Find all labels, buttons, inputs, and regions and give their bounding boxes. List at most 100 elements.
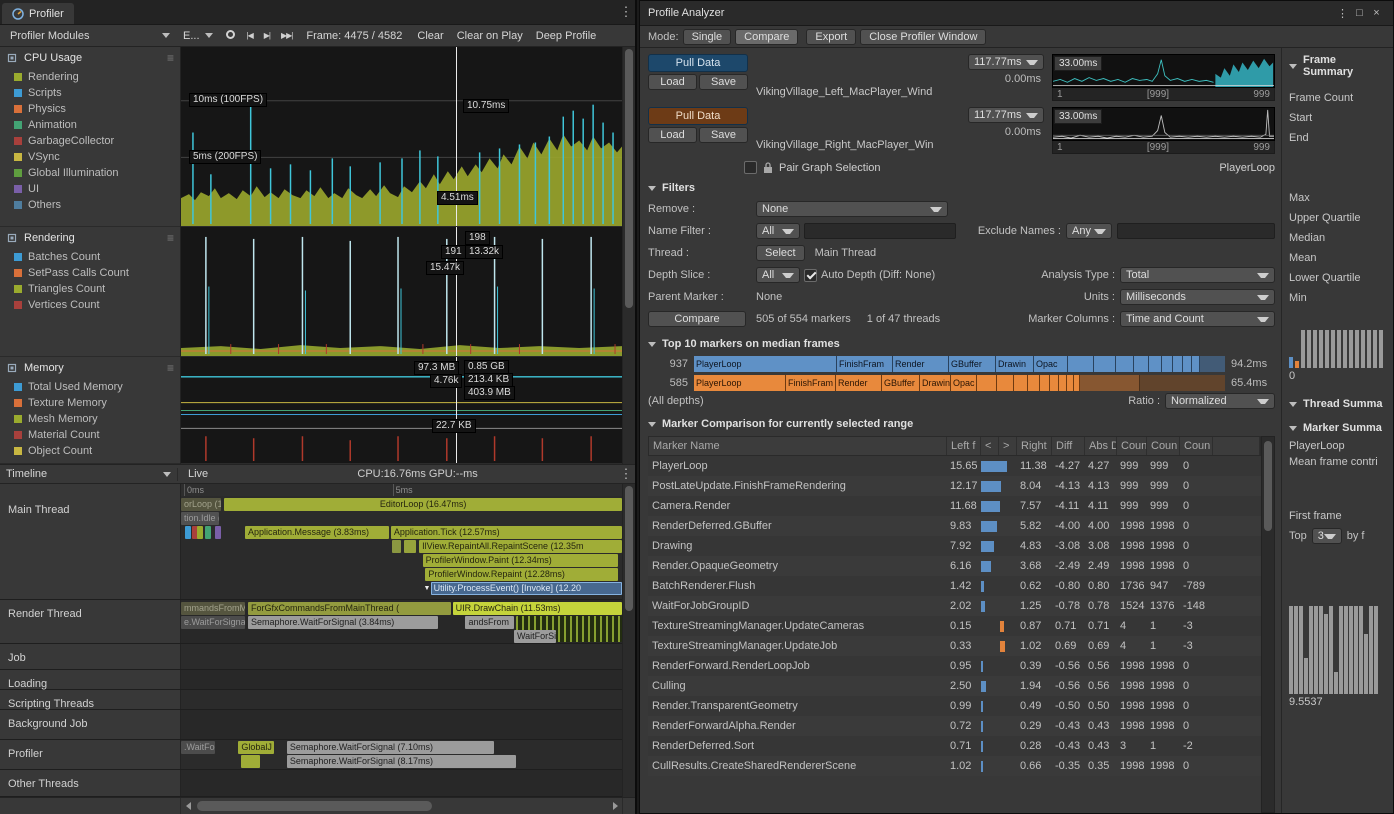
legend-item[interactable]: Rendering	[0, 69, 180, 85]
deep-profile-button[interactable]: Deep Profile	[530, 29, 603, 43]
frame-summary-foldout[interactable]: Frame Summary	[1289, 54, 1386, 78]
column-count-left[interactable]: Coun	[1117, 437, 1147, 455]
timeline-span[interactable]: tion.Idle (1	[181, 512, 219, 525]
timeline-span[interactable]: Application.Tick (12.57ms)	[391, 526, 622, 539]
top10-bar-segment[interactable]	[1200, 356, 1225, 372]
column-left-bar[interactable]: <	[981, 437, 999, 455]
thread-track[interactable]	[181, 770, 622, 796]
thread-label[interactable]: Scripting Threads	[0, 690, 181, 709]
thread-summary-foldout[interactable]: Thread Summa	[1289, 398, 1386, 410]
legend-item[interactable]: Object Count	[0, 443, 180, 459]
maximize-icon[interactable]: □	[1351, 7, 1368, 19]
legend-item[interactable]: Scripts	[0, 85, 180, 101]
timeline-span[interactable]	[241, 755, 261, 768]
legend-item[interactable]: SetPass Calls Count	[0, 265, 180, 281]
thread-track[interactable]: mmandsFromMa ForGfxCommandsFromMainThrea…	[181, 600, 622, 643]
marker-row[interactable]: PlayerLoop 15.65 11.38 -4.27 4.27 999 99…	[648, 456, 1261, 476]
prev-frame-button[interactable]: |◀	[242, 29, 258, 42]
top10-bar-segment[interactable]	[1173, 356, 1183, 372]
timeline-span[interactable]: Semaphore.WaitForSignal (3.84ms)	[248, 616, 438, 629]
scroll-right-button[interactable]	[608, 798, 622, 814]
timeline-span[interactable]	[205, 526, 212, 539]
depth-slice-dropdown[interactable]: All	[756, 267, 800, 283]
marker-row[interactable]: Culling 2.50 1.94 -0.56 0.56 1998 1998 0	[648, 676, 1261, 696]
timeline-span[interactable]: WaitForSig	[514, 630, 556, 643]
mode-single-button[interactable]: Single	[683, 29, 732, 45]
marker-row[interactable]: BatchRenderer.Flush 1.42 0.62 -0.80 0.80…	[648, 576, 1261, 596]
top10-marker-bar[interactable]: PlayerLoop FinishFram Render GBuffer Dra…	[694, 375, 1225, 391]
scrollbar-thumb[interactable]	[1264, 441, 1272, 531]
timeline-span[interactable]: EditorLoop (16.47ms)	[224, 498, 622, 511]
column-right-bar[interactable]: >	[999, 437, 1017, 455]
charts-vertical-scrollbar[interactable]	[622, 47, 635, 464]
top10-bar-segment[interactable]	[1116, 356, 1134, 372]
top10-foldout[interactable]: Top 10 markers on median frames	[648, 338, 1275, 350]
rendering-chart[interactable]: 198 191 13.32k 15.47k	[181, 227, 622, 357]
legend-item[interactable]: Others	[0, 197, 180, 213]
dataset-left-max-dropdown[interactable]: 117.77ms	[968, 54, 1044, 70]
timeline-menu-icon[interactable]: ⋮	[617, 466, 635, 482]
scrollbar-thumb[interactable]	[197, 801, 432, 811]
top10-bar-segment[interactable]: Opac	[951, 375, 977, 391]
dataset-right-max-dropdown[interactable]: 117.77ms	[968, 107, 1044, 123]
timeline-span[interactable]: IlView.RepaintAll.RepaintScene (12.35m	[419, 540, 622, 553]
clear-on-play-button[interactable]: Clear on Play	[451, 29, 529, 43]
timeline-span[interactable]: mmandsFromMa	[181, 602, 245, 615]
timeline-span[interactable]	[404, 540, 416, 553]
dataset-left-range-slider[interactable]: 1 [999] 999	[1052, 88, 1275, 101]
marker-histogram[interactable]	[1289, 604, 1386, 694]
marker-row[interactable]: RenderForward.RenderLoopJob 0.95 0.39 -0…	[648, 656, 1261, 676]
scroll-left-button[interactable]	[181, 798, 195, 814]
marker-summary-foldout[interactable]: Marker Summa	[1289, 422, 1386, 434]
top10-bar-segment[interactable]: FinishFram	[786, 375, 836, 391]
thread-track[interactable]	[181, 690, 622, 709]
legend-item[interactable]: GarbageCollector	[0, 133, 180, 149]
top10-bar-segment[interactable]	[1028, 375, 1040, 391]
play-target-dropdown[interactable]: E...	[177, 28, 219, 43]
timeline-span[interactable]: GlobalJ	[238, 741, 273, 754]
units-dropdown[interactable]: Milliseconds	[1120, 289, 1275, 305]
thread-track[interactable]	[181, 644, 622, 669]
thread-label[interactable]: Background Job	[0, 710, 181, 739]
legend-item[interactable]: VSync	[0, 149, 180, 165]
window-menu-icon[interactable]: ⋮	[1334, 7, 1351, 20]
top10-bar-segment[interactable]: FinishFram	[837, 356, 893, 372]
legend-item[interactable]: UI	[0, 181, 180, 197]
marker-row[interactable]: TextureStreamingManager.UpdateJob 0.33 1…	[648, 636, 1261, 656]
marker-row[interactable]: Render.TransparentGeometry 0.99 0.49 -0.…	[648, 696, 1261, 716]
marker-row[interactable]: PostLateUpdate.FinishFrameRendering 12.1…	[648, 476, 1261, 496]
thread-label[interactable]: Profiler	[0, 740, 181, 769]
marker-row[interactable]: RenderDeferred.GBuffer 9.83 5.82 -4.00 4…	[648, 516, 1261, 536]
top10-bar-segment[interactable]: GBuffer	[949, 356, 996, 372]
profiler-modules-dropdown[interactable]: Profiler Modules	[4, 28, 176, 43]
live-toggle[interactable]: Live	[178, 468, 218, 480]
compare-button[interactable]: Compare	[648, 311, 746, 327]
pair-graph-checkbox[interactable]	[744, 161, 757, 174]
timeline-view-dropdown[interactable]: Timeline	[0, 468, 178, 481]
column-count-diff[interactable]: Coun	[1180, 437, 1213, 455]
column-diff[interactable]: Diff	[1052, 437, 1085, 455]
next-frame-button[interactable]: ▶|	[259, 29, 275, 42]
marker-row[interactable]: Render.OpaqueGeometry 6.16 3.68 -2.49 2.…	[648, 556, 1261, 576]
column-marker-name[interactable]: Marker Name	[649, 437, 947, 455]
export-button[interactable]: Export	[806, 29, 856, 45]
legend-item[interactable]: Vertices Count	[0, 297, 180, 313]
dataset-left-graph[interactable]: 33.00ms	[1052, 54, 1275, 88]
scrollbar-thumb[interactable]	[625, 49, 633, 308]
top10-bar-segment[interactable]: PlayerLoop	[694, 356, 837, 372]
timeline-span[interactable]: Utility.ProcessEvent() [Invoke] (12.20	[431, 582, 622, 595]
dataset-right-graph[interactable]: 33.00ms	[1052, 107, 1275, 141]
top10-bar-segment[interactable]	[1149, 356, 1162, 372]
top10-bar-segment[interactable]: Render	[836, 375, 882, 391]
dataset-right-range-slider[interactable]: 1 [999] 999	[1052, 141, 1275, 154]
memory-chart[interactable]: 97.3 MB 4.76k 0.85 GB 213.4 KB 403.9 MB …	[181, 357, 622, 464]
timeline-span[interactable]	[215, 526, 221, 539]
top10-bar-segment[interactable]	[1192, 356, 1200, 372]
marker-row[interactable]: TextureStreamingManager.UpdateCameras 0.…	[648, 616, 1261, 636]
pull-data-left-button[interactable]: Pull Data	[648, 54, 748, 72]
analysis-type-dropdown[interactable]: Total	[1120, 267, 1275, 283]
thread-label[interactable]: Loading	[0, 670, 181, 689]
timeline-span[interactable]	[185, 526, 191, 539]
top10-bar-segment[interactable]: Render	[893, 356, 949, 372]
record-button[interactable]	[220, 29, 241, 43]
